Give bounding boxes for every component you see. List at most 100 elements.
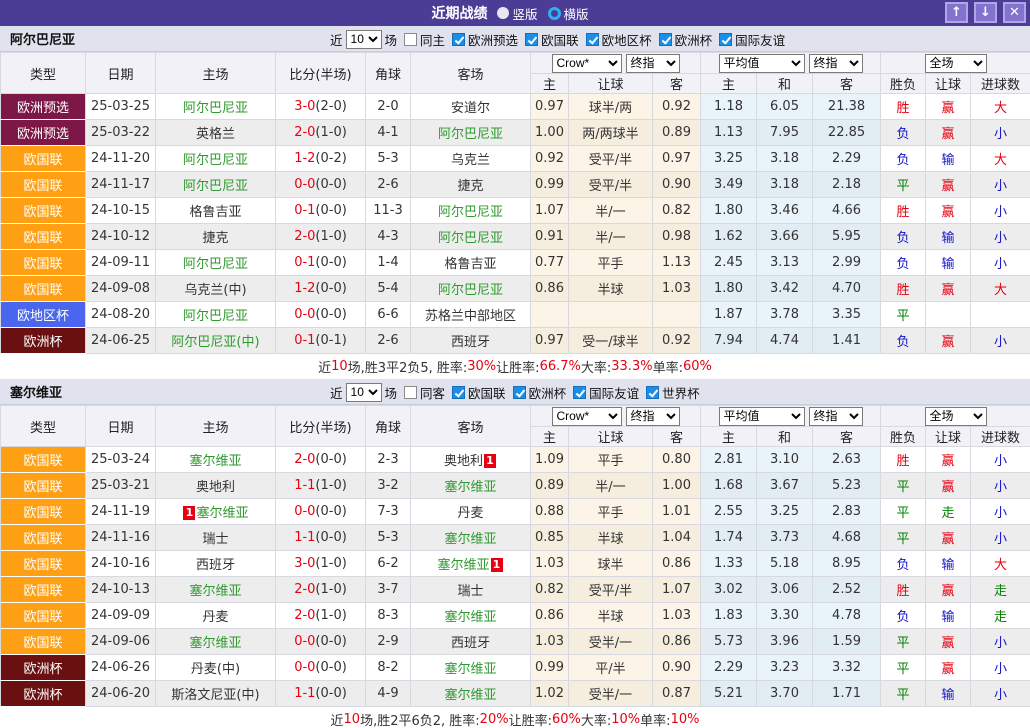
average-time-select[interactable]: 终指 xyxy=(809,407,863,426)
match-row[interactable]: 欧国联24-09-08乌克兰(中)1-2(0-0)5-4阿尔巴尼亚0.86半球1… xyxy=(1,276,1030,302)
match-row[interactable]: 欧地区杯24-08-20阿尔巴尼亚0-0(0-0)6-6苏格兰中部地区1.873… xyxy=(1,302,1030,328)
away-team-name: 捷克 xyxy=(457,179,483,194)
home-odds: 1.09 xyxy=(531,447,569,473)
away-odds: 0.90 xyxy=(653,655,701,681)
home-team-cell: 丹麦(中) xyxy=(156,655,276,681)
away-team-name: 塞尔维亚 xyxy=(437,558,489,573)
match-row[interactable]: 欧国联24-11-20阿尔巴尼亚1-2(0-2)5-3乌克兰0.92受平/半0.… xyxy=(1,146,1030,172)
avg-away-odds: 4.68 xyxy=(813,525,881,551)
match-count-select[interactable]: 10 xyxy=(346,30,382,49)
column-header: 客场 xyxy=(411,406,531,447)
match-row[interactable]: 欧国联24-10-15格鲁吉亚0-1(0-0)11-3阿尔巴尼亚1.07半/一0… xyxy=(1,198,1030,224)
same-venue-label: 同客 xyxy=(420,383,445,402)
radio-vertical-layout[interactable]: 竖版 xyxy=(497,4,537,23)
match-row[interactable]: 欧洲预选25-03-22英格兰2-0(1-0)4-1阿尔巴尼亚1.00两/两球半… xyxy=(1,120,1030,146)
match-row[interactable]: 欧国联25-03-24塞尔维亚2-0(0-0)2-3奥地利11.09平手0.80… xyxy=(1,447,1030,473)
half-time-score: (0-0) xyxy=(315,660,346,675)
away-team-cell: 塞尔维亚1 xyxy=(411,551,531,577)
match-row[interactable]: 欧洲杯24-06-25阿尔巴尼亚(中)0-1(0-1)2-6西班牙0.97受一/… xyxy=(1,328,1030,354)
away-team-name: 西班牙 xyxy=(451,335,490,350)
win-draw-loss-result: 负 xyxy=(881,146,926,172)
home-team-name: 塞尔维亚 xyxy=(189,584,241,599)
move-down-button[interactable]: ↓ xyxy=(974,2,997,23)
move-up-button[interactable]: ↑ xyxy=(945,2,968,23)
column-header: 主场 xyxy=(156,406,276,447)
scope-select[interactable]: 全场 xyxy=(925,54,987,73)
win-draw-loss-result: 平 xyxy=(881,525,926,551)
avg-away-odds: 2.83 xyxy=(813,499,881,525)
away-odds: 0.82 xyxy=(653,198,701,224)
match-row[interactable]: 欧国联24-11-191塞尔维亚0-0(0-0)7-3丹麦0.88平手1.012… xyxy=(1,499,1030,525)
average-select[interactable]: 平均值 xyxy=(719,407,805,426)
avg-away-odds: 22.85 xyxy=(813,120,881,146)
league-filter-checkbox[interactable] xyxy=(452,386,465,399)
match-row[interactable]: 欧国联24-09-09丹麦2-0(1-0)8-3塞尔维亚0.86半球1.031.… xyxy=(1,603,1030,629)
league-type-badge: 欧国联 xyxy=(1,525,86,551)
league-filter-checkbox[interactable] xyxy=(452,33,465,46)
close-button[interactable]: ✕ xyxy=(1003,2,1026,23)
away-team-cell: 阿尔巴尼亚 xyxy=(411,224,531,250)
corners-cell: 2-0 xyxy=(366,94,411,120)
odds-source-select[interactable]: Crow* xyxy=(552,54,622,73)
league-filter-checkbox[interactable] xyxy=(646,386,659,399)
corners-cell: 8-3 xyxy=(366,603,411,629)
win-draw-loss-result: 胜 xyxy=(881,447,926,473)
average-time-select[interactable]: 终指 xyxy=(809,54,863,73)
window-buttons: ↑ ↓ ✕ xyxy=(945,2,1026,23)
radio-horizontal-layout[interactable]: 横版 xyxy=(548,4,589,23)
average-select[interactable]: 平均值 xyxy=(719,54,805,73)
match-row[interactable]: 欧洲杯24-06-26丹麦(中)0-0(0-0)8-2塞尔维亚0.99平/半0.… xyxy=(1,655,1030,681)
away-team-cell: 苏格兰中部地区 xyxy=(411,302,531,328)
summary-part: 10% xyxy=(671,712,700,727)
match-row[interactable]: 欧国联24-11-16瑞士1-1(0-0)5-3塞尔维亚0.85半球1.041.… xyxy=(1,525,1030,551)
match-row[interactable]: 欧国联24-09-11阿尔巴尼亚0-1(0-0)1-4格鲁吉亚0.77平手1.1… xyxy=(1,250,1030,276)
score-cell: 1-2(0-2) xyxy=(276,146,366,172)
match-date: 24-10-13 xyxy=(86,577,156,603)
score-cell: 2-0(1-0) xyxy=(276,603,366,629)
same-venue-checkbox[interactable] xyxy=(404,33,417,46)
home-odds: 0.86 xyxy=(531,603,569,629)
league-filter-checkbox[interactable] xyxy=(719,33,732,46)
match-row[interactable]: 欧洲预选25-03-25阿尔巴尼亚3-0(2-0)2-0安道尔0.97球半/两0… xyxy=(1,94,1030,120)
half-time-score: (1-0) xyxy=(315,582,346,597)
match-row[interactable]: 欧国联24-10-12捷克2-0(1-0)4-3阿尔巴尼亚0.91半/一0.98… xyxy=(1,224,1030,250)
match-count-select[interactable]: 10 xyxy=(346,383,382,402)
goals-result: 走 xyxy=(971,603,1030,629)
avg-draw-odds: 3.23 xyxy=(757,655,813,681)
full-time-score: 0-1 xyxy=(294,255,315,270)
avg-away-odds: 2.52 xyxy=(813,577,881,603)
corners-cell: 4-3 xyxy=(366,224,411,250)
match-row[interactable]: 欧国联25-03-21奥地利1-1(1-0)3-2塞尔维亚0.89半/一1.00… xyxy=(1,473,1030,499)
league-filter-checkbox[interactable] xyxy=(659,33,672,46)
goals-result: 小 xyxy=(971,499,1030,525)
radio-unselected-icon xyxy=(548,7,561,20)
score-cell: 2-0(1-0) xyxy=(276,224,366,250)
match-row[interactable]: 欧国联24-11-17阿尔巴尼亚0-0(0-0)2-6捷克0.99受平/半0.9… xyxy=(1,172,1030,198)
match-row[interactable]: 欧国联24-09-06塞尔维亚0-0(0-0)2-9西班牙1.03受半/一0.8… xyxy=(1,629,1030,655)
match-date: 24-08-20 xyxy=(86,302,156,328)
handicap-line: 半/一 xyxy=(569,198,653,224)
match-row[interactable]: 欧国联24-10-13塞尔维亚2-0(1-0)3-7瑞士0.82受平/半1.07… xyxy=(1,577,1030,603)
full-time-score: 2-0 xyxy=(294,608,315,623)
league-filter-checkbox[interactable] xyxy=(573,386,586,399)
same-venue-checkbox[interactable] xyxy=(404,386,417,399)
summary-part: 近 xyxy=(331,710,344,728)
full-time-score: 2-0 xyxy=(294,125,315,140)
odds-time-select[interactable]: 终指 xyxy=(626,54,680,73)
avg-home-odds: 2.81 xyxy=(701,447,757,473)
summary-part: 单率: xyxy=(640,710,670,728)
win-draw-loss-result: 平 xyxy=(881,629,926,655)
league-filter-checkbox[interactable] xyxy=(586,33,599,46)
summary-part: 大率: xyxy=(581,710,611,728)
half-time-score: (0-2) xyxy=(315,151,346,166)
league-filter-checkbox[interactable] xyxy=(525,33,538,46)
match-row[interactable]: 欧洲杯24-06-20斯洛文尼亚(中)1-1(0-0)4-9塞尔维亚1.02受半… xyxy=(1,681,1030,707)
league-filter-checkbox[interactable] xyxy=(513,386,526,399)
scope-select[interactable]: 全场 xyxy=(925,407,987,426)
away-team-name: 塞尔维亚 xyxy=(444,480,496,495)
away-team-cell: 阿尔巴尼亚 xyxy=(411,198,531,224)
odds-time-select[interactable]: 终指 xyxy=(626,407,680,426)
summary-part: 30% xyxy=(467,359,496,374)
match-row[interactable]: 欧国联24-10-16西班牙3-0(1-0)6-2塞尔维亚11.03球半0.86… xyxy=(1,551,1030,577)
odds-source-select[interactable]: Crow* xyxy=(552,407,622,426)
